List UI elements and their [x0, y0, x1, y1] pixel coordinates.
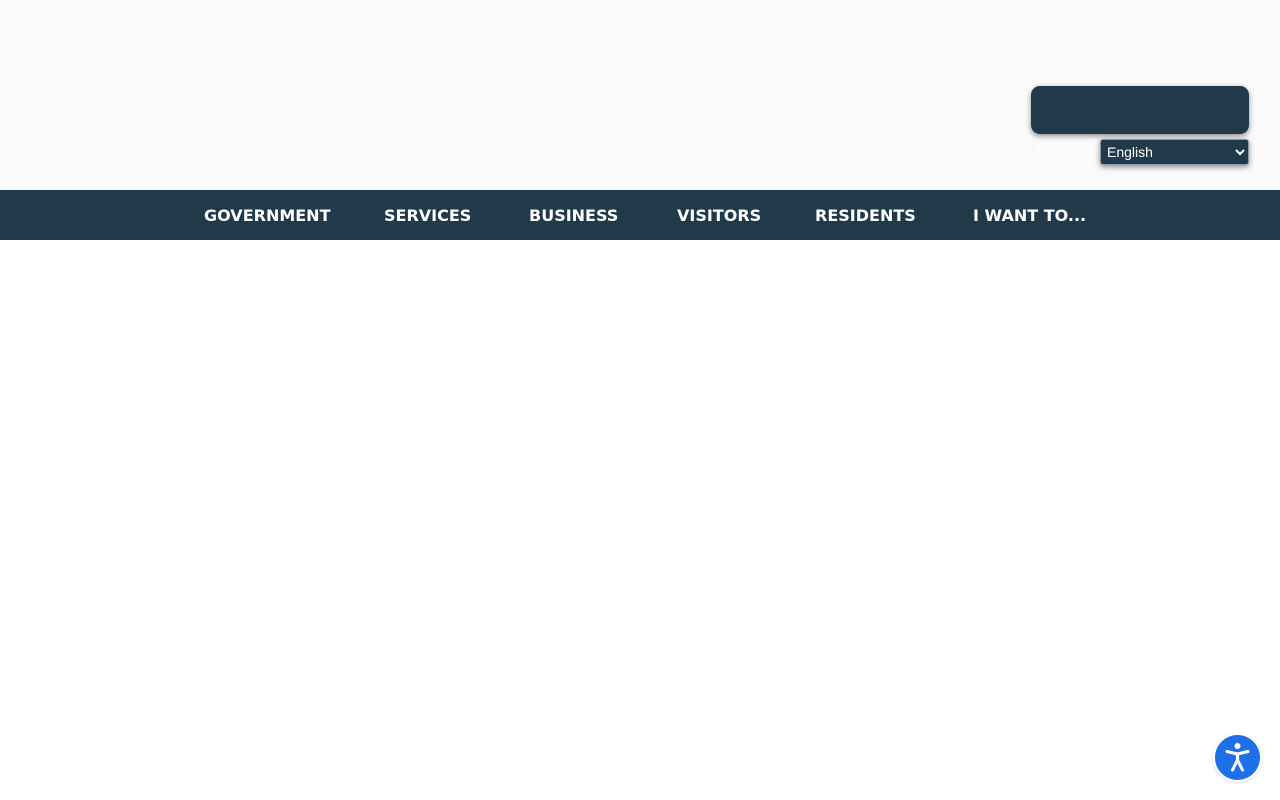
accessibility-person-icon — [1225, 743, 1250, 772]
site-header: Translate English — [0, 0, 1280, 190]
search-box[interactable] — [1031, 86, 1249, 134]
nav-item-government[interactable]: GOVERNMENT — [204, 190, 330, 240]
translate-label: Translate — [1036, 143, 1096, 158]
nav-item-business[interactable]: BUSINESS — [529, 190, 618, 240]
language-select[interactable]: English — [1100, 139, 1249, 165]
nav-item-residents[interactable]: RESIDENTS — [815, 190, 916, 240]
nav-item-visitors[interactable]: VISITORS — [677, 190, 761, 240]
accessibility-button[interactable] — [1215, 735, 1260, 780]
nav-item-i-want-to[interactable]: I WANT TO... — [973, 190, 1086, 240]
main-nav: GOVERNMENT SERVICES BUSINESS VISITORS RE… — [0, 190, 1280, 240]
nav-item-services[interactable]: SERVICES — [384, 190, 471, 240]
